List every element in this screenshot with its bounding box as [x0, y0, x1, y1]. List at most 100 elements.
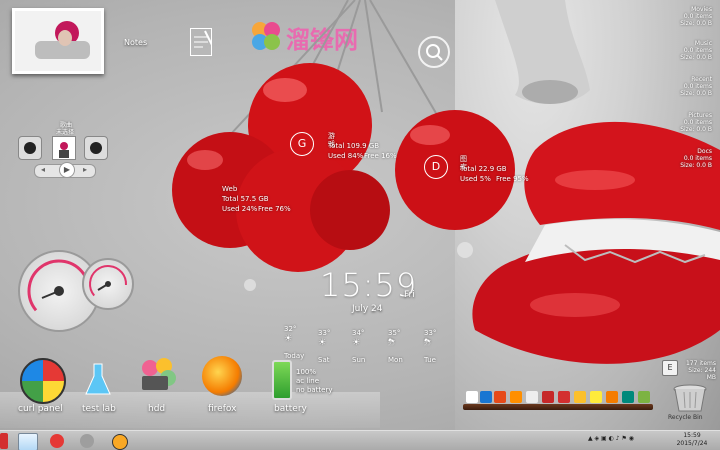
app-button[interactable] — [112, 434, 128, 450]
app-icon[interactable] — [510, 391, 522, 403]
folder-items: 0.0 items — [683, 13, 712, 20]
next-icon[interactable]: ▸ — [83, 165, 87, 174]
app-icon[interactable] — [574, 391, 586, 403]
folder-size: Size: 0.0 B — [680, 90, 712, 97]
weather-icon: ☀ — [352, 338, 361, 348]
app-icon[interactable] — [558, 391, 570, 403]
clock-day: Fri — [404, 290, 415, 300]
folder-name: Docs — [697, 148, 712, 155]
forecast-temp: 33° — [424, 329, 437, 337]
recycle-stats: 177 items Size: 244 MB — [678, 360, 716, 381]
app-icon[interactable] — [480, 391, 492, 403]
app-icon[interactable] — [606, 391, 618, 403]
music-app-button[interactable] — [50, 434, 64, 448]
clock-date: July 24 — [352, 304, 383, 314]
forecast-day: 33° ☀ Sat — [318, 320, 348, 366]
drive-free: Free 76% — [258, 205, 291, 213]
test-lab-icon[interactable] — [84, 362, 112, 398]
forecast-day: 32° ☀ Today — [284, 316, 314, 362]
folder-items: 0.0 items — [683, 155, 712, 162]
recycle-size: Size: 244 MB — [688, 367, 716, 381]
left-speaker-button[interactable] — [18, 136, 42, 160]
battery-status: no battery — [296, 386, 333, 394]
play-button[interactable]: ▶ — [59, 162, 75, 178]
forecast-temp: 33° — [318, 329, 331, 337]
firefox-icon[interactable] — [202, 356, 242, 396]
drive-letter-icon: D — [424, 155, 448, 179]
forecast-day: 35° ⛈ Mon — [388, 320, 418, 366]
right-speaker-button[interactable] — [84, 136, 108, 160]
forecast-temp: 35° — [388, 329, 401, 337]
folder-name: Pictures — [688, 112, 712, 119]
drive-letter-icon: G — [290, 132, 314, 156]
drive-total: Total 22.9 GB — [460, 165, 507, 173]
forecast-temp: 34° — [352, 329, 365, 337]
app-button[interactable] — [80, 434, 94, 448]
drive-name: Web — [222, 185, 238, 193]
folder-size: Size: 0.0 B — [680, 162, 712, 169]
drive-total: Total 109.9 GB — [328, 142, 380, 150]
drive-used: Used 84% — [328, 152, 364, 160]
pinwheel-app-button[interactable] — [18, 433, 38, 450]
app-icon[interactable] — [542, 391, 554, 403]
forecast-day-label: Today — [284, 352, 305, 360]
folder-item-docs[interactable]: Docs 0.0 items Size: 0.0 B — [650, 148, 712, 169]
drive-total: Total 57.5 GB — [222, 195, 269, 203]
folder-item-movies[interactable]: Movies 0.0 items Size: 0.0 B — [650, 6, 712, 27]
drive-used: Used 24% — [222, 205, 258, 213]
dock-label: firefox — [208, 404, 237, 414]
forecast-day-label: Tue — [424, 356, 436, 364]
dock-label: curl panel — [18, 404, 63, 414]
folder-name: Recent — [691, 76, 712, 83]
desktop: 溜锋网 Notes 歌曲 未选择 ◂ ▶ ▸ G 游戏 Total 109.9 … — [0, 0, 720, 450]
folder-item-music[interactable]: Music 0.0 items Size: 0.0 B — [650, 40, 712, 61]
folder-name: Movies — [691, 6, 712, 13]
album-art — [52, 136, 76, 160]
folder-name: Music — [694, 40, 712, 47]
folder-items: 0.0 items — [683, 47, 712, 54]
forecast-day-label: Sun — [352, 356, 366, 364]
tray-icons[interactable]: ▲ ◈ ▣ ◐ ♪ ⚑ ◉ — [588, 435, 634, 442]
weather-forecast: 32° ☀ Today 33° ☀ Sat 34° ☀ Sun 35° ⛈ Mo… — [284, 316, 464, 364]
drive-free: Free 95% — [496, 175, 529, 183]
start-button[interactable] — [0, 433, 8, 449]
battery-source: ac line — [296, 377, 319, 385]
mail-icon[interactable] — [526, 391, 538, 403]
weather-icon: ☀ — [284, 334, 293, 344]
drive-free: Free 16% — [364, 152, 397, 160]
cherries-illustration — [172, 0, 515, 291]
app-shelf — [463, 404, 653, 410]
weather-icon: ☀ — [318, 338, 327, 348]
folder-size: Size: 0.0 B — [680, 54, 712, 61]
forecast-day: 33° ⛈ Tue — [424, 320, 454, 366]
app-icon[interactable] — [590, 391, 602, 403]
app-icon[interactable] — [622, 391, 634, 403]
recycle-bin-icon[interactable] — [670, 384, 710, 412]
folder-item-pictures[interactable]: Pictures 0.0 items Size: 0.0 B — [650, 112, 712, 133]
forecast-temp: 32° — [284, 325, 297, 333]
gauge-dial — [89, 265, 127, 303]
previous-icon[interactable]: ◂ — [41, 165, 45, 174]
photo-frame-widget[interactable] — [12, 8, 104, 74]
recycle-bin-label: Recycle Bin — [668, 414, 703, 421]
tray-time: 15:59 — [683, 432, 701, 439]
music-player-widget: 歌曲 未选择 ◂ ▶ ▸ — [16, 122, 110, 184]
dock-label: battery — [274, 404, 307, 414]
dock-label: hdd — [148, 404, 166, 414]
clock-time: 15:59 — [320, 266, 418, 304]
weather-icon: ⛈ — [388, 338, 396, 348]
app-icon[interactable] — [466, 391, 478, 403]
forecast-day: 34° ☀ Sun — [352, 320, 382, 366]
curl-panel-icon[interactable] — [20, 358, 66, 404]
folder-items: 0.0 items — [683, 119, 712, 126]
tray-clock[interactable]: 15:59 2015/7/24 — [672, 432, 712, 448]
folder-item-recent[interactable]: Recent 0.0 items Size: 0.0 B — [650, 76, 712, 97]
memory-gauge — [82, 258, 134, 310]
app-icon[interactable] — [494, 391, 506, 403]
drive-e-button[interactable]: E — [662, 360, 678, 376]
weather-icon: ⛈ — [424, 338, 432, 348]
battery-icon[interactable] — [272, 360, 292, 400]
photo-thumbnail — [15, 11, 101, 71]
hdd-icon[interactable] — [138, 356, 178, 394]
app-icon[interactable] — [638, 391, 650, 403]
